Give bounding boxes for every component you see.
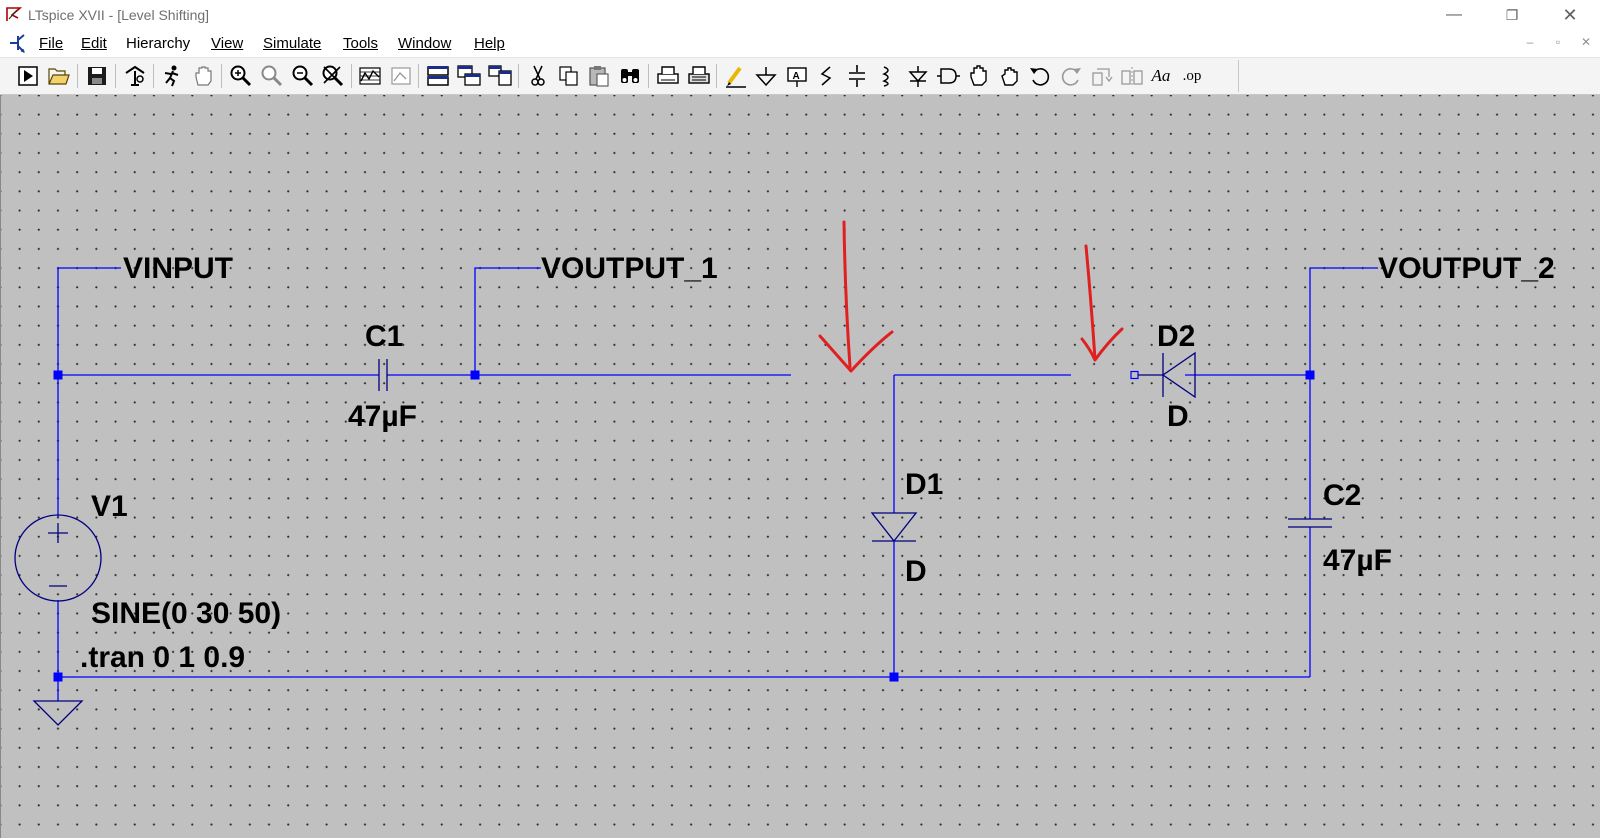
menu-view[interactable]: View (211, 35, 243, 52)
v1-plus-sign (48, 523, 68, 543)
ground-symbol (32, 700, 84, 726)
text-icon[interactable]: Aa (1148, 63, 1174, 89)
c2-value: 47µF (1323, 544, 1392, 577)
spice-directive-tran: .tran 0 1 0.9 (80, 641, 246, 674)
annotation-arrow-2-head (1080, 327, 1124, 362)
net-label-voutput1: VOUTPUT_1 (541, 252, 718, 285)
zoom-out-icon[interactable] (290, 63, 316, 89)
label-net-icon[interactable]: A (784, 63, 810, 89)
capacitor-c1-symbol (378, 359, 388, 391)
title-bar: LTspice XVII - [Level Shifting] — ❐ ✕ (0, 0, 1600, 30)
annotation-arrow-1-head (818, 330, 894, 373)
tile-horizontal-icon[interactable] (425, 63, 451, 89)
toolbar: A Aa .op (0, 58, 1600, 95)
v1-value: SINE(0 30 50) (91, 597, 282, 630)
cut-icon[interactable] (525, 63, 551, 89)
ground-icon[interactable] (753, 63, 779, 89)
mirror-icon[interactable] (1119, 63, 1145, 89)
menu-window[interactable]: Window (398, 35, 451, 52)
junction-voutput2 (1305, 370, 1315, 380)
mdi-restore-button[interactable]: ▫ (1548, 35, 1568, 49)
junctions (53, 370, 1315, 682)
mdi-close-button[interactable]: ✕ (1576, 35, 1596, 49)
capacitor-c2-symbol (1288, 518, 1332, 528)
menu-simulate[interactable]: Simulate (263, 35, 321, 52)
net-label-voutput2: VOUTPUT_2 (1378, 252, 1555, 285)
menu-file[interactable]: File (39, 35, 63, 52)
unconnected-pin (1130, 370, 1139, 380)
schematic-canvas[interactable]: VINPUT VOUTPUT_1 VOUTPUT_2 C1 47µF D2 D … (0, 95, 1600, 838)
c1-value: 47µF (348, 400, 417, 433)
d2-name: D2 (1157, 320, 1196, 353)
annotation-arrow-2-shaft (1084, 244, 1097, 361)
spice-directive-icon[interactable]: .op (1179, 63, 1205, 89)
redo-icon[interactable] (1058, 63, 1084, 89)
pan-icon[interactable] (190, 63, 216, 89)
print-icon[interactable] (655, 63, 681, 89)
d1-name: D1 (905, 468, 944, 501)
undo-icon[interactable] (1027, 63, 1053, 89)
wire-vinput-label (57, 267, 121, 276)
autorange-icon[interactable] (388, 63, 414, 89)
diode-icon[interactable] (905, 63, 931, 89)
tile-vertical-icon[interactable] (487, 63, 513, 89)
drag-icon[interactable] (997, 63, 1023, 89)
rotate-icon[interactable] (1089, 63, 1115, 89)
zoom-fit-icon[interactable] (259, 63, 285, 89)
zoom-in-icon[interactable] (228, 63, 254, 89)
d1-model: D (905, 555, 927, 588)
restore-button[interactable]: ❐ (1494, 4, 1530, 26)
c2-name: C2 (1323, 479, 1362, 512)
d2-model: D (1167, 400, 1189, 433)
zoom-cancel-icon[interactable] (320, 63, 346, 89)
capacitor-icon[interactable] (844, 63, 870, 89)
menu-hierarchy[interactable]: Hierarchy (126, 35, 190, 52)
menu-help[interactable]: Help (474, 35, 505, 52)
halt-icon[interactable] (159, 63, 185, 89)
cascade-icon[interactable] (456, 63, 482, 89)
wire-icon[interactable] (723, 63, 749, 89)
paste-icon[interactable] (586, 63, 612, 89)
diode-d1-symbol (870, 512, 918, 543)
mdi-minimize-button[interactable]: – (1520, 35, 1540, 49)
resistor-icon[interactable] (814, 63, 840, 89)
v1-name: V1 (91, 490, 128, 523)
component-icon[interactable] (935, 63, 961, 89)
save-icon[interactable] (84, 63, 110, 89)
move-icon[interactable] (966, 63, 992, 89)
junction-ground-d1 (889, 672, 899, 682)
wire-voutput2-label (1309, 267, 1378, 375)
svg-text:A: A (793, 71, 800, 82)
c1-name: C1 (365, 320, 404, 353)
ltspice-app-icon[interactable] (6, 6, 22, 22)
window-title: LTspice XVII - [Level Shifting] (28, 7, 210, 23)
copy-icon[interactable] (556, 63, 582, 89)
menu-edit[interactable]: Edit (81, 35, 107, 52)
menu-tools[interactable]: Tools (343, 35, 378, 52)
control-panel-icon[interactable] (122, 63, 148, 89)
run-icon[interactable] (15, 63, 41, 89)
menu-bar: File Edit Hierarchy View Simulate Tools … (0, 30, 1600, 58)
inductor-icon[interactable] (874, 63, 900, 89)
junction-voutput1 (470, 370, 480, 380)
annotation-arrow-1-shaft (842, 220, 852, 369)
waveform-icon[interactable] (357, 63, 383, 89)
find-icon[interactable] (617, 63, 643, 89)
net-label-vinput: VINPUT (123, 252, 234, 285)
wire-voutput1-label (474, 267, 541, 375)
schematic-drawing (14, 220, 1378, 726)
junction-vinput (53, 370, 63, 380)
print-setup-icon[interactable] (686, 63, 712, 89)
open-icon[interactable] (46, 63, 72, 89)
junction-ground-left (53, 672, 63, 682)
minimize-button[interactable]: — (1436, 4, 1472, 26)
close-button[interactable]: ✕ (1552, 4, 1588, 26)
annotations (818, 220, 1124, 373)
document-system-icon[interactable] (6, 32, 28, 54)
